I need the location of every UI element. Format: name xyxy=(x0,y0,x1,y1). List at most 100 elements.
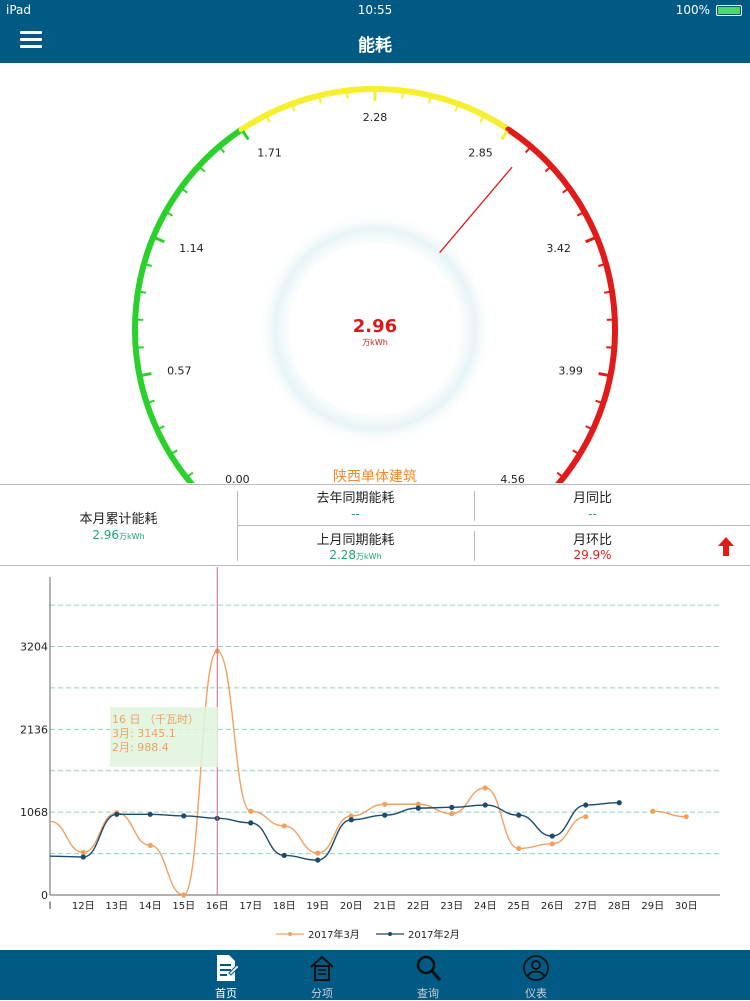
gauge-tick xyxy=(599,373,609,375)
tab-query-label: 查询 xyxy=(398,985,458,1001)
chart-x-tick-label: 24日 xyxy=(474,901,497,912)
gauge-tick xyxy=(604,292,610,293)
chart-x-tick-label: 12日 xyxy=(72,901,95,912)
status-time: 10:55 xyxy=(0,3,750,17)
chart-x-tick-label: 29日 xyxy=(641,901,664,912)
gauge-tick xyxy=(563,189,568,193)
chart-point xyxy=(248,820,253,825)
gauge-tick xyxy=(577,213,582,216)
gauge-tick xyxy=(502,131,508,139)
chart-point xyxy=(114,812,119,817)
gauge-value: 2.96 xyxy=(353,316,397,337)
legend-label: 2017年2月 xyxy=(408,928,460,941)
gauge-tick xyxy=(586,426,591,429)
last-month-value: 2.28万kWh xyxy=(237,548,474,562)
chart-x-tick-label: 21日 xyxy=(373,901,396,912)
tab-bar: 首页 分项 查询 仪表 xyxy=(0,950,750,1000)
chart-point xyxy=(449,811,454,816)
legend-swatch-dot xyxy=(388,932,392,936)
chart-point xyxy=(516,846,521,851)
chart-point xyxy=(449,805,454,810)
gauge-unit: 万kWh xyxy=(362,338,388,347)
chart-point xyxy=(181,892,186,897)
gauge-tick xyxy=(293,106,295,112)
gauge-zone-2 xyxy=(508,129,615,483)
chart-x-tick-label: 20日 xyxy=(340,901,363,912)
chart-point xyxy=(483,785,488,790)
gauge-tick-label: 0.57 xyxy=(167,364,192,377)
search-icon xyxy=(414,953,442,983)
energy-gauge: 0.000.571.141.712.282.853.423.994.56 2.9… xyxy=(0,63,750,483)
gauge-tick xyxy=(220,148,224,153)
chart-point xyxy=(81,854,86,859)
month-total-value: 2.96万kWh xyxy=(0,528,237,542)
chart-y-tick-label: 0 xyxy=(41,889,48,902)
chart-x-tick-label: 19日 xyxy=(306,901,329,912)
chart-tooltip-line: 3月: 3145.1 xyxy=(112,727,176,740)
yoy-label: 月同比 xyxy=(474,487,711,506)
chart-x-tick-label: 30日 xyxy=(675,901,698,912)
month-total-label: 本月累计能耗 xyxy=(0,508,237,527)
gauge-tick xyxy=(142,373,152,375)
chart-point xyxy=(282,823,287,828)
chart-x-tick-label: 16日 xyxy=(206,901,229,912)
chart-x-tick-label: 22日 xyxy=(407,901,430,912)
battery-icon xyxy=(716,5,742,16)
chart-point xyxy=(282,853,287,858)
battery-percent: 100% xyxy=(676,3,710,17)
mom-label: 月环比 xyxy=(474,529,711,548)
house-icon xyxy=(308,953,336,983)
page-title: 能耗 xyxy=(0,31,750,56)
chart-y-tick-label: 3204 xyxy=(20,640,48,653)
chart-x-tick-label: 28日 xyxy=(608,901,631,912)
chart-x-tick-label: 23日 xyxy=(440,901,463,912)
chart-point xyxy=(382,813,387,818)
chart-x-tick-label: 25日 xyxy=(507,901,530,912)
chart-x-tick-label: 17日 xyxy=(239,901,262,912)
tab-items[interactable]: 分项 xyxy=(292,953,352,999)
chart-point xyxy=(684,814,689,819)
gauge-tick-label: 2.28 xyxy=(363,111,388,124)
gauge-tick xyxy=(573,450,578,453)
gauge-tick xyxy=(149,401,155,403)
tab-meter[interactable]: 仪表 xyxy=(506,953,566,999)
status-bar: iPad 10:55 100% xyxy=(0,0,750,20)
chart-point xyxy=(617,800,622,805)
tab-query[interactable]: 查询 xyxy=(398,953,458,999)
gauge-tick xyxy=(347,93,348,99)
chart-point xyxy=(148,812,153,817)
chart-y-tick-label: 2136 xyxy=(20,723,48,736)
chart-x-tick-label: l xyxy=(49,901,52,912)
gauge-tick xyxy=(598,264,604,266)
gauge-tick xyxy=(200,167,204,171)
chart-point xyxy=(382,802,387,807)
chart-point xyxy=(550,833,555,838)
chart-point xyxy=(583,814,588,819)
legend-swatch-dot xyxy=(288,932,292,936)
gauge-tick xyxy=(159,426,164,429)
tab-home[interactable]: 首页 xyxy=(196,953,256,999)
user-icon xyxy=(522,953,550,983)
chart-point xyxy=(550,841,555,846)
gauge-tick xyxy=(480,117,483,122)
chart-point xyxy=(315,857,320,862)
gauge-tick xyxy=(167,213,172,216)
gauge-tick xyxy=(155,238,164,242)
gauge-tick-label: 3.42 xyxy=(546,242,571,255)
chart-point xyxy=(181,813,186,818)
gauge-tick-label: 1.71 xyxy=(257,147,282,160)
gauge-tick xyxy=(146,264,152,266)
chart-point xyxy=(483,802,488,807)
chart-x-tick-label: 14日 xyxy=(139,901,162,912)
chart-x-tick-label: 27日 xyxy=(574,901,597,912)
legend-label: 2017年3月 xyxy=(308,928,360,941)
chart-point xyxy=(148,843,153,848)
last-month-label: 上月同期能耗 xyxy=(237,529,474,548)
chart-x-tick-label: 13日 xyxy=(105,901,128,912)
home-document-icon xyxy=(212,953,240,983)
gauge-tick xyxy=(586,238,595,242)
chart-point xyxy=(315,851,320,856)
chart-tooltip-line: 16 日 （千瓦时） xyxy=(112,713,199,726)
gauge-tick xyxy=(526,148,530,153)
gauge-tick xyxy=(243,131,249,139)
